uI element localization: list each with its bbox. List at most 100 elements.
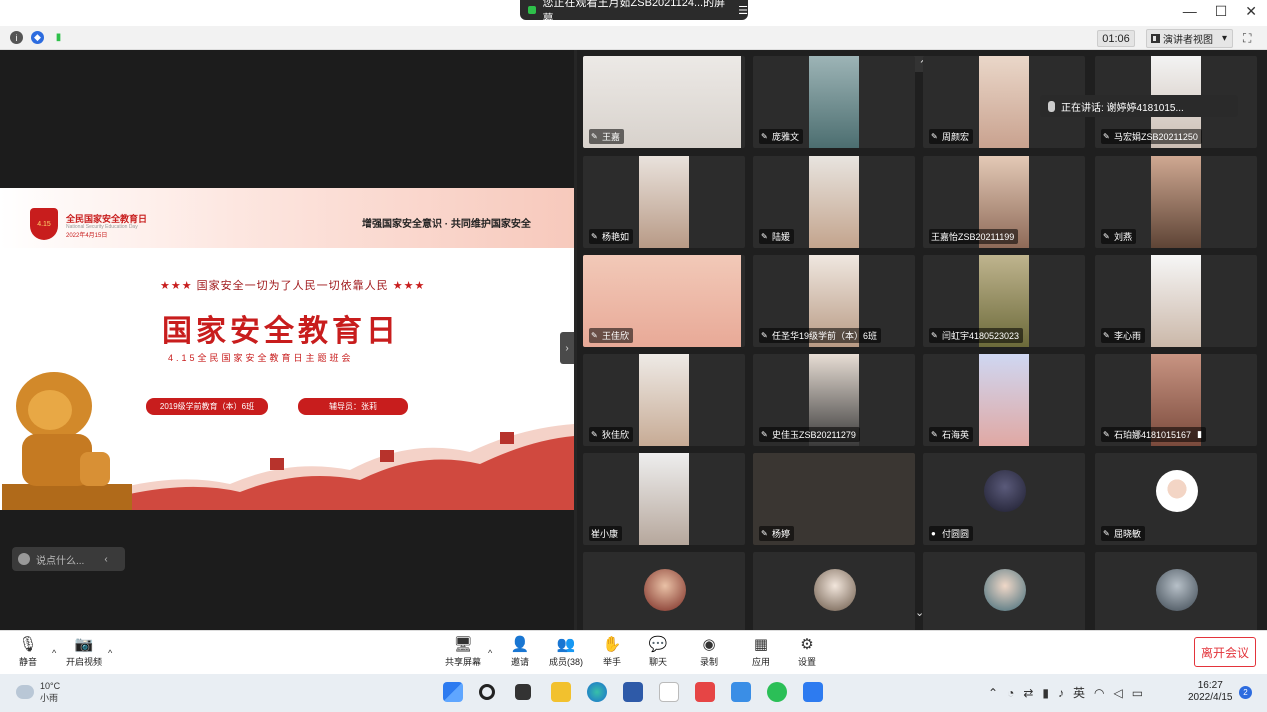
- wifi-icon[interactable]: ◠: [1094, 686, 1104, 700]
- network-icon[interactable]: ◔: [1007, 686, 1014, 700]
- chat-button[interactable]: 💬 聊天: [638, 635, 678, 668]
- participant-tile[interactable]: ✎ 石珀娜4181015167 ▮: [1095, 354, 1257, 446]
- grid-scroll-down-button[interactable]: ⌄: [915, 606, 924, 619]
- hand-icon: ✋: [602, 636, 622, 653]
- participant-name-tag: ✎ 陆媛: [759, 229, 795, 244]
- participant-tile[interactable]: 王嘉怡ZSB20211199: [923, 156, 1085, 248]
- audio-options-caret[interactable]: ^: [52, 648, 56, 658]
- start-video-button[interactable]: 📷 开启视频: [64, 635, 104, 668]
- participant-tile[interactable]: 崔小康: [583, 453, 745, 545]
- signal-icon[interactable]: ▮: [52, 31, 65, 44]
- taskbar-clock[interactable]: 16:27 2022/4/15: [1188, 680, 1233, 704]
- participant-tile[interactable]: ✎ 任圣华19级学前（本）6班: [753, 255, 915, 347]
- participant-tile[interactable]: ✎ 杨艳如: [583, 156, 745, 248]
- mic-muted-icon: ✎: [591, 330, 598, 340]
- great-wall-illustration: [120, 424, 574, 510]
- cloud-app-icon[interactable]: [731, 682, 751, 702]
- chat-collapse-icon[interactable]: ‹: [104, 554, 107, 565]
- fullscreen-button[interactable]: ⛶: [1243, 31, 1251, 46]
- apps-button[interactable]: ▦ 应用: [741, 635, 781, 668]
- participant-video: [979, 56, 1029, 148]
- video-options-caret[interactable]: ^: [108, 648, 112, 658]
- task-view-icon[interactable]: [515, 684, 531, 700]
- participant-tile[interactable]: ✎ 屈晓敏: [1095, 453, 1257, 545]
- share-options-caret[interactable]: ^: [488, 648, 492, 658]
- edge-browser-icon[interactable]: [587, 682, 607, 702]
- leave-meeting-button[interactable]: 离开会议: [1194, 637, 1256, 667]
- meeting-toolbar: 🎙 静音 ^ 📷 开启视频 ^ 🖥 共享屏幕 ^ 👤 邀请 👥 成员(38) ✋…: [0, 630, 1267, 674]
- participant-tile[interactable]: ✎ 闫虹宇4180523023: [923, 255, 1085, 347]
- apps-grid-icon: ▦: [753, 636, 769, 653]
- participant-tile[interactable]: [1095, 552, 1257, 630]
- participant-tile[interactable]: ✎ 狄佳欣: [583, 354, 745, 446]
- participant-tile[interactable]: ✎ 陆媛: [753, 156, 915, 248]
- audio-level-icon: ▮: [1197, 429, 1203, 439]
- participant-tile[interactable]: [753, 552, 915, 630]
- participant-tile[interactable]: [583, 552, 745, 630]
- app-icon[interactable]: [695, 682, 715, 702]
- battery-icon[interactable]: ▭: [1132, 686, 1143, 700]
- volume-icon[interactable]: ◁: [1113, 686, 1122, 700]
- notification-badge[interactable]: 2: [1239, 686, 1252, 699]
- panel-toggle-button[interactable]: ›: [560, 332, 574, 364]
- ime-indicator[interactable]: 英: [1073, 684, 1085, 701]
- participant-tile[interactable]: ✎ 杨婷: [753, 453, 915, 545]
- minimize-button[interactable]: —: [1183, 3, 1197, 20]
- settings-label: 设置: [797, 657, 816, 667]
- participant-tile[interactable]: ✎ 史佳玉ZSB20211279: [753, 354, 915, 446]
- search-icon[interactable]: [479, 684, 495, 700]
- avatar: [644, 569, 686, 611]
- avatar: [1156, 569, 1198, 611]
- chevron-up-icon[interactable]: ⌃: [988, 686, 998, 700]
- mute-button[interactable]: 🎙 静音: [8, 635, 48, 668]
- chevron-down-icon: ▾: [1222, 33, 1228, 44]
- info-icon[interactable]: i: [10, 31, 23, 44]
- raise-hand-button[interactable]: ✋ 举手: [592, 635, 632, 668]
- view-mode-button[interactable]: 演讲者视图 ▾: [1146, 29, 1233, 48]
- teacher-chip: 辅导员：张莉: [298, 398, 408, 415]
- participant-video: [1151, 255, 1201, 347]
- tencent-meeting-icon[interactable]: [803, 682, 823, 702]
- participant-name: 屈晓敏: [1114, 529, 1142, 539]
- participant-tile[interactable]: ✎ 刘燕: [1095, 156, 1257, 248]
- wechat-icon[interactable]: [767, 682, 787, 702]
- start-menu-icon[interactable]: [443, 682, 463, 702]
- participant-name: 王嘉: [602, 132, 621, 142]
- mic-muted-icon: ✎: [761, 231, 768, 241]
- members-button[interactable]: 👥 成员(38): [546, 635, 586, 668]
- weather-widget[interactable]: 10°C 小雨: [16, 680, 60, 704]
- microphone-tray-icon[interactable]: ♪: [1058, 686, 1064, 700]
- speaker-view-icon: [1151, 34, 1160, 43]
- share-screen-button[interactable]: 🖥 共享屏幕: [443, 635, 483, 668]
- mic-muted-icon: ✎: [761, 429, 768, 439]
- store-icon[interactable]: [623, 682, 643, 702]
- participant-tile[interactable]: ● 付圆圆: [923, 453, 1085, 545]
- sync-icon[interactable]: ⇄: [1023, 686, 1033, 700]
- participant-name-tag: ✎ 任圣华19级学前（本）6班: [759, 328, 882, 343]
- banner-menu-icon[interactable]: ☰: [738, 4, 748, 17]
- record-button[interactable]: ◉ 录制: [689, 635, 729, 668]
- mic-muted-icon: ✎: [761, 330, 768, 340]
- mic-muted-icon: ✎: [1103, 429, 1110, 439]
- settings-button[interactable]: ⚙ 设置: [787, 635, 827, 668]
- add-user-icon: 👤: [510, 636, 530, 653]
- close-button[interactable]: ✕: [1245, 3, 1257, 20]
- participant-tile[interactable]: ✎ 王佳欣: [583, 255, 745, 347]
- participant-tile[interactable]: ✎ 庞雅文: [753, 56, 915, 148]
- participant-tile[interactable]: ✎ 石海英: [923, 354, 1085, 446]
- participant-tile[interactable]: ✎ 李心雨: [1095, 255, 1257, 347]
- chat-input[interactable]: 说点什么... ‹: [12, 547, 125, 571]
- maximize-button[interactable]: ☐: [1215, 3, 1228, 20]
- participant-video: [639, 453, 689, 545]
- participant-tile[interactable]: [923, 552, 1085, 630]
- invite-button[interactable]: 👤 邀请: [500, 635, 540, 668]
- app-icon[interactable]: [659, 682, 679, 702]
- participant-tile[interactable]: ✎ 王嘉: [583, 56, 745, 148]
- shared-screen-area: 4.15 全民国家安全教育日 National Security Educati…: [0, 50, 574, 630]
- screen-share-banner[interactable]: 您正在观看王月茹ZSB2021124...的屏幕 ☰: [520, 0, 748, 25]
- shield-icon[interactable]: ◆: [31, 31, 44, 44]
- app-tray-icon[interactable]: ▮: [1042, 686, 1049, 700]
- mic-muted-icon: ✎: [1103, 131, 1110, 141]
- file-explorer-icon[interactable]: [551, 682, 571, 702]
- emoji-icon[interactable]: [18, 553, 30, 565]
